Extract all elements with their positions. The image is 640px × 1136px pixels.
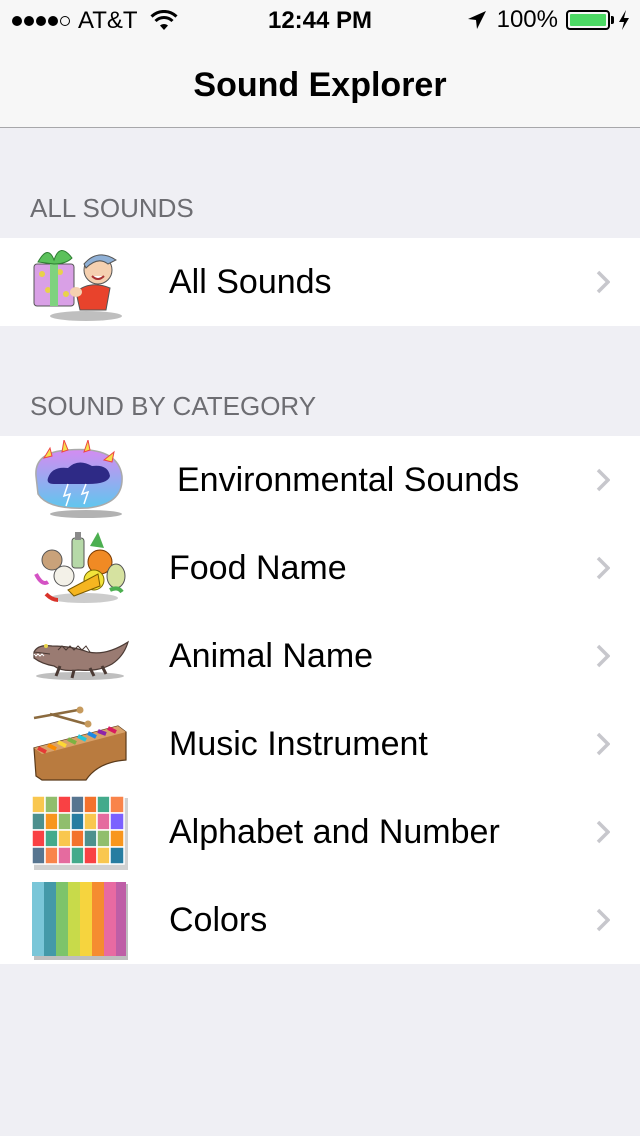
chevron-right-icon	[596, 270, 610, 294]
status-right: 100%	[467, 6, 630, 34]
section-header-all-sounds: ALL SOUNDS	[30, 193, 194, 223]
gift-boy-icon	[33, 250, 122, 321]
row-alphabet-and-number[interactable]: Alphabet and Number	[0, 788, 640, 876]
section-all-sounds: All Sounds	[0, 238, 640, 326]
navigation-bar: Sound Explorer	[0, 40, 640, 128]
row-label: Colors	[169, 900, 268, 939]
row-food-name[interactable]: Food Name	[0, 524, 640, 612]
battery-percentage: 100%	[496, 6, 558, 33]
row-label: Environmental Sounds	[177, 460, 520, 499]
section-sound-by-category: Environmental Sounds Food Name Animal Na…	[0, 436, 640, 964]
battery-fill	[570, 14, 606, 26]
row-label: All Sounds	[169, 262, 332, 301]
section-header-sound-by-category: SOUND BY CATEGORY	[30, 391, 317, 421]
row-label: Music Instrument	[169, 724, 428, 763]
chevron-right-icon	[596, 820, 610, 844]
chevron-right-icon	[596, 908, 610, 932]
row-label: Alphabet and Number	[169, 812, 500, 851]
chevron-right-icon	[596, 644, 610, 668]
row-animal-name[interactable]: Animal Name	[0, 612, 640, 700]
row-label: Food Name	[169, 548, 347, 587]
xylophone-icon	[33, 706, 127, 781]
row-environmental-sounds[interactable]: Environmental Sounds	[0, 436, 640, 524]
row-label: Animal Name	[169, 636, 374, 675]
chevron-right-icon	[596, 556, 610, 580]
crocodile-icon	[33, 640, 130, 680]
row-colors[interactable]: Colors	[0, 876, 640, 964]
status-bar: AT&T 12:44 PM 100%	[0, 0, 640, 40]
thunderstorm-icon	[35, 440, 123, 518]
location-arrow-icon	[467, 11, 486, 29]
alphabet-cards-icon	[31, 795, 128, 870]
page-title: Sound Explorer	[193, 66, 447, 104]
color-stripes-icon	[32, 882, 128, 960]
battery-icon	[566, 10, 610, 30]
chevron-right-icon	[596, 732, 610, 756]
row-music-instrument[interactable]: Music Instrument	[0, 700, 640, 788]
battery-tip	[611, 16, 614, 24]
chevron-right-icon	[596, 468, 610, 492]
row-all-sounds[interactable]: All Sounds	[0, 238, 640, 326]
charging-bolt-icon	[619, 10, 629, 30]
food-basket-icon	[34, 532, 126, 603]
